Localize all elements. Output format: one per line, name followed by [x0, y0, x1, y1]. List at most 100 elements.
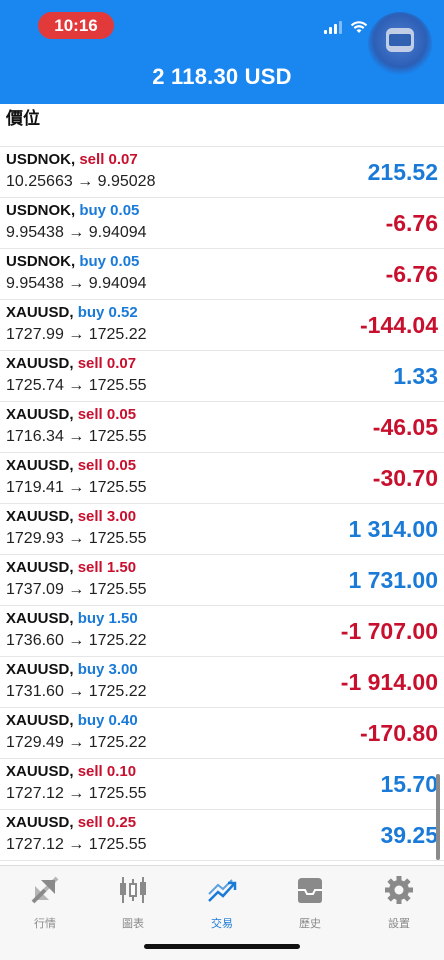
position-profit: 1.33: [393, 363, 438, 389]
list-item[interactable]: USDNOK, buy 0.05 9.95438 → 9.94094 -6.76: [0, 249, 444, 300]
position-side: buy 0.05: [79, 202, 140, 219]
position-symbol-line: XAUUSD, buy 1.50: [6, 610, 138, 627]
position-prices: 1736.60 → 1725.22: [6, 632, 147, 649]
position-symbol: USDNOK,: [6, 253, 76, 270]
positions-list[interactable]: 10.21237 → 9.95028 USDNOK, sell 0.0710.2…: [0, 120, 444, 865]
position-symbol: USDNOK,: [6, 151, 76, 168]
position-symbol: XAUUSD,: [6, 610, 74, 627]
home-indicator[interactable]: [144, 944, 300, 949]
section-title: 價位: [0, 104, 444, 136]
position-prices: 1727.12 → 1725.55: [6, 785, 147, 802]
list-item[interactable]: XAUUSD, buy 3.00 1731.60 → 1725.22 -1 914.…: [0, 657, 444, 708]
position-symbol-line: XAUUSD, buy 0.52: [6, 304, 138, 321]
list-item[interactable]: XAUUSD, sell 1.50 1737.09 → 1725.55 1 731.…: [0, 555, 444, 606]
position-side: sell 1.50: [77, 559, 137, 576]
list-item[interactable]: XAUUSD, sell 0.10 1727.12 → 1725.55 15.70: [0, 759, 444, 810]
position-prices: 1727.99 → 1725.22: [6, 326, 147, 343]
position-symbol-line: XAUUSD, sell 0.07: [6, 355, 136, 372]
wifi-icon: [350, 21, 368, 33]
list-item[interactable]: XAUUSD, sell 0.25 1727.12 → 1725.55 39.25: [0, 810, 444, 861]
scrollbar[interactable]: [436, 774, 440, 860]
position-prices: 9.95438 → 9.94094: [6, 224, 147, 241]
position-symbol: XAUUSD,: [6, 508, 74, 525]
position-profit: -30.70: [372, 465, 438, 491]
position-prices: 1725.74 → 1725.55: [6, 377, 147, 394]
position-side: sell 3.00: [77, 508, 137, 525]
list-item[interactable]: XAUUSD, buy 1.50 1736.60 → 1725.22 -1 707.…: [0, 606, 444, 657]
tab-quotes[interactable]: 行情: [10, 874, 80, 931]
position-prices: 1716.34 → 1725.55: [6, 428, 147, 445]
list-item[interactable]: XAUUSD, sell 0.05 1716.34 → 1725.55 -46.05: [0, 402, 444, 453]
position-symbol: XAUUSD,: [6, 304, 74, 321]
list-item[interactable]: XAUUSD, buy 0.40 1729.49 → 1725.22 -170.80: [0, 708, 444, 759]
tab-label: 圖表: [122, 918, 144, 930]
list-item[interactable]: XAUUSD, sell 0.05 1719.41 → 1725.55 -30.70: [0, 453, 444, 504]
position-profit: -170.80: [359, 720, 438, 746]
position-side: buy 0.40: [77, 712, 138, 729]
position-profit: -144.04: [359, 312, 438, 338]
tab-trade[interactable]: 交易: [187, 874, 257, 931]
position-prices: 1727.12 → 1725.55: [6, 836, 147, 853]
position-side: buy 3.00: [77, 661, 138, 678]
list-item[interactable]: XAUUSD, buy 0.52 1727.99 → 1725.22 -144.04: [0, 300, 444, 351]
position-profit: 39.25: [380, 822, 438, 848]
status-icons: [324, 20, 368, 34]
position-profit: 15.70: [380, 771, 438, 797]
position-side: buy 0.05: [79, 253, 140, 270]
signal-icon: [324, 20, 342, 34]
position-symbol: XAUUSD,: [6, 406, 74, 423]
position-symbol: XAUUSD,: [6, 763, 74, 780]
screen: 10:16 2 118.30 USD 10.21237 → 9.95028 US…: [0, 0, 444, 960]
battery-icon: [386, 28, 414, 52]
position-symbol-line: XAUUSD, sell 0.25: [6, 814, 136, 831]
account-balance: 2 118.30 USD: [152, 64, 292, 89]
position-symbol: USDNOK,: [6, 202, 76, 219]
position-profit: -46.05: [372, 414, 438, 440]
list-item[interactable]: XAUUSD, sell 0.07 1725.74 → 1725.55 1.33: [0, 351, 444, 402]
list-item[interactable]: XAUUSD, sell 3.00 1729.93 → 1725.55 1 314.…: [0, 504, 444, 555]
position-side: sell 0.05: [77, 406, 137, 423]
position-symbol-line: XAUUSD, sell 0.05: [6, 457, 136, 474]
tab-label: 歷史: [299, 918, 321, 930]
position-symbol: XAUUSD,: [6, 712, 74, 729]
position-prices: 1729.49 → 1725.22: [6, 734, 147, 751]
position-side: buy 1.50: [77, 610, 138, 627]
position-side: sell 0.05: [77, 457, 137, 474]
tab-label: 設置: [388, 918, 410, 930]
list-item[interactable]: USDNOK, sell 0.07 10.25663 → 9.95028 215.5…: [0, 147, 444, 198]
position-symbol: XAUUSD,: [6, 457, 74, 474]
chart-icon: [120, 877, 146, 903]
position-side: sell 0.25: [77, 814, 137, 831]
quotes-icon: [31, 876, 59, 904]
position-prices: 10.25663 → 9.95028: [6, 173, 156, 190]
position-symbol-line: XAUUSD, sell 0.05: [6, 406, 136, 423]
position-symbol: XAUUSD,: [6, 661, 74, 678]
position-symbol: XAUUSD,: [6, 814, 74, 831]
position-symbol-line: USDNOK, buy 0.05: [6, 202, 139, 219]
tab-settings[interactable]: 設置: [364, 874, 434, 931]
header-bar: 10:16 2 118.30 USD: [0, 0, 444, 104]
position-profit: -1 914.00: [340, 669, 438, 695]
tab-history[interactable]: 歷史: [275, 874, 345, 931]
position-profit: -6.76: [385, 210, 438, 236]
settings-icon: [385, 876, 413, 904]
position-profit: 1 731.00: [348, 567, 438, 593]
history-icon: [298, 878, 322, 903]
tab-chart[interactable]: 圖表: [98, 874, 168, 931]
position-symbol-line: XAUUSD, buy 3.00: [6, 661, 138, 678]
position-prices: 1719.41 → 1725.55: [6, 479, 147, 496]
position-side: sell 0.07: [79, 151, 138, 168]
position-symbol-line: USDNOK, sell 0.07: [6, 151, 138, 168]
position-symbol-line: USDNOK, buy 0.05: [6, 253, 139, 270]
position-side: buy 0.52: [77, 304, 138, 321]
tab-label: 交易: [211, 918, 233, 930]
status-time[interactable]: 10:16: [38, 12, 114, 39]
position-profit: -6.76: [385, 261, 438, 287]
position-profit: 215.52: [367, 159, 438, 185]
position-profit: 1 314.00: [348, 516, 438, 542]
tab-label: 行情: [34, 918, 56, 930]
list-item[interactable]: USDNOK, buy 0.05 9.95438 → 9.94094 -6.76: [0, 198, 444, 249]
position-prices: 1737.09 → 1725.55: [6, 581, 147, 598]
position-side: sell 0.07: [77, 355, 137, 372]
position-symbol-line: XAUUSD, sell 1.50: [6, 559, 136, 576]
